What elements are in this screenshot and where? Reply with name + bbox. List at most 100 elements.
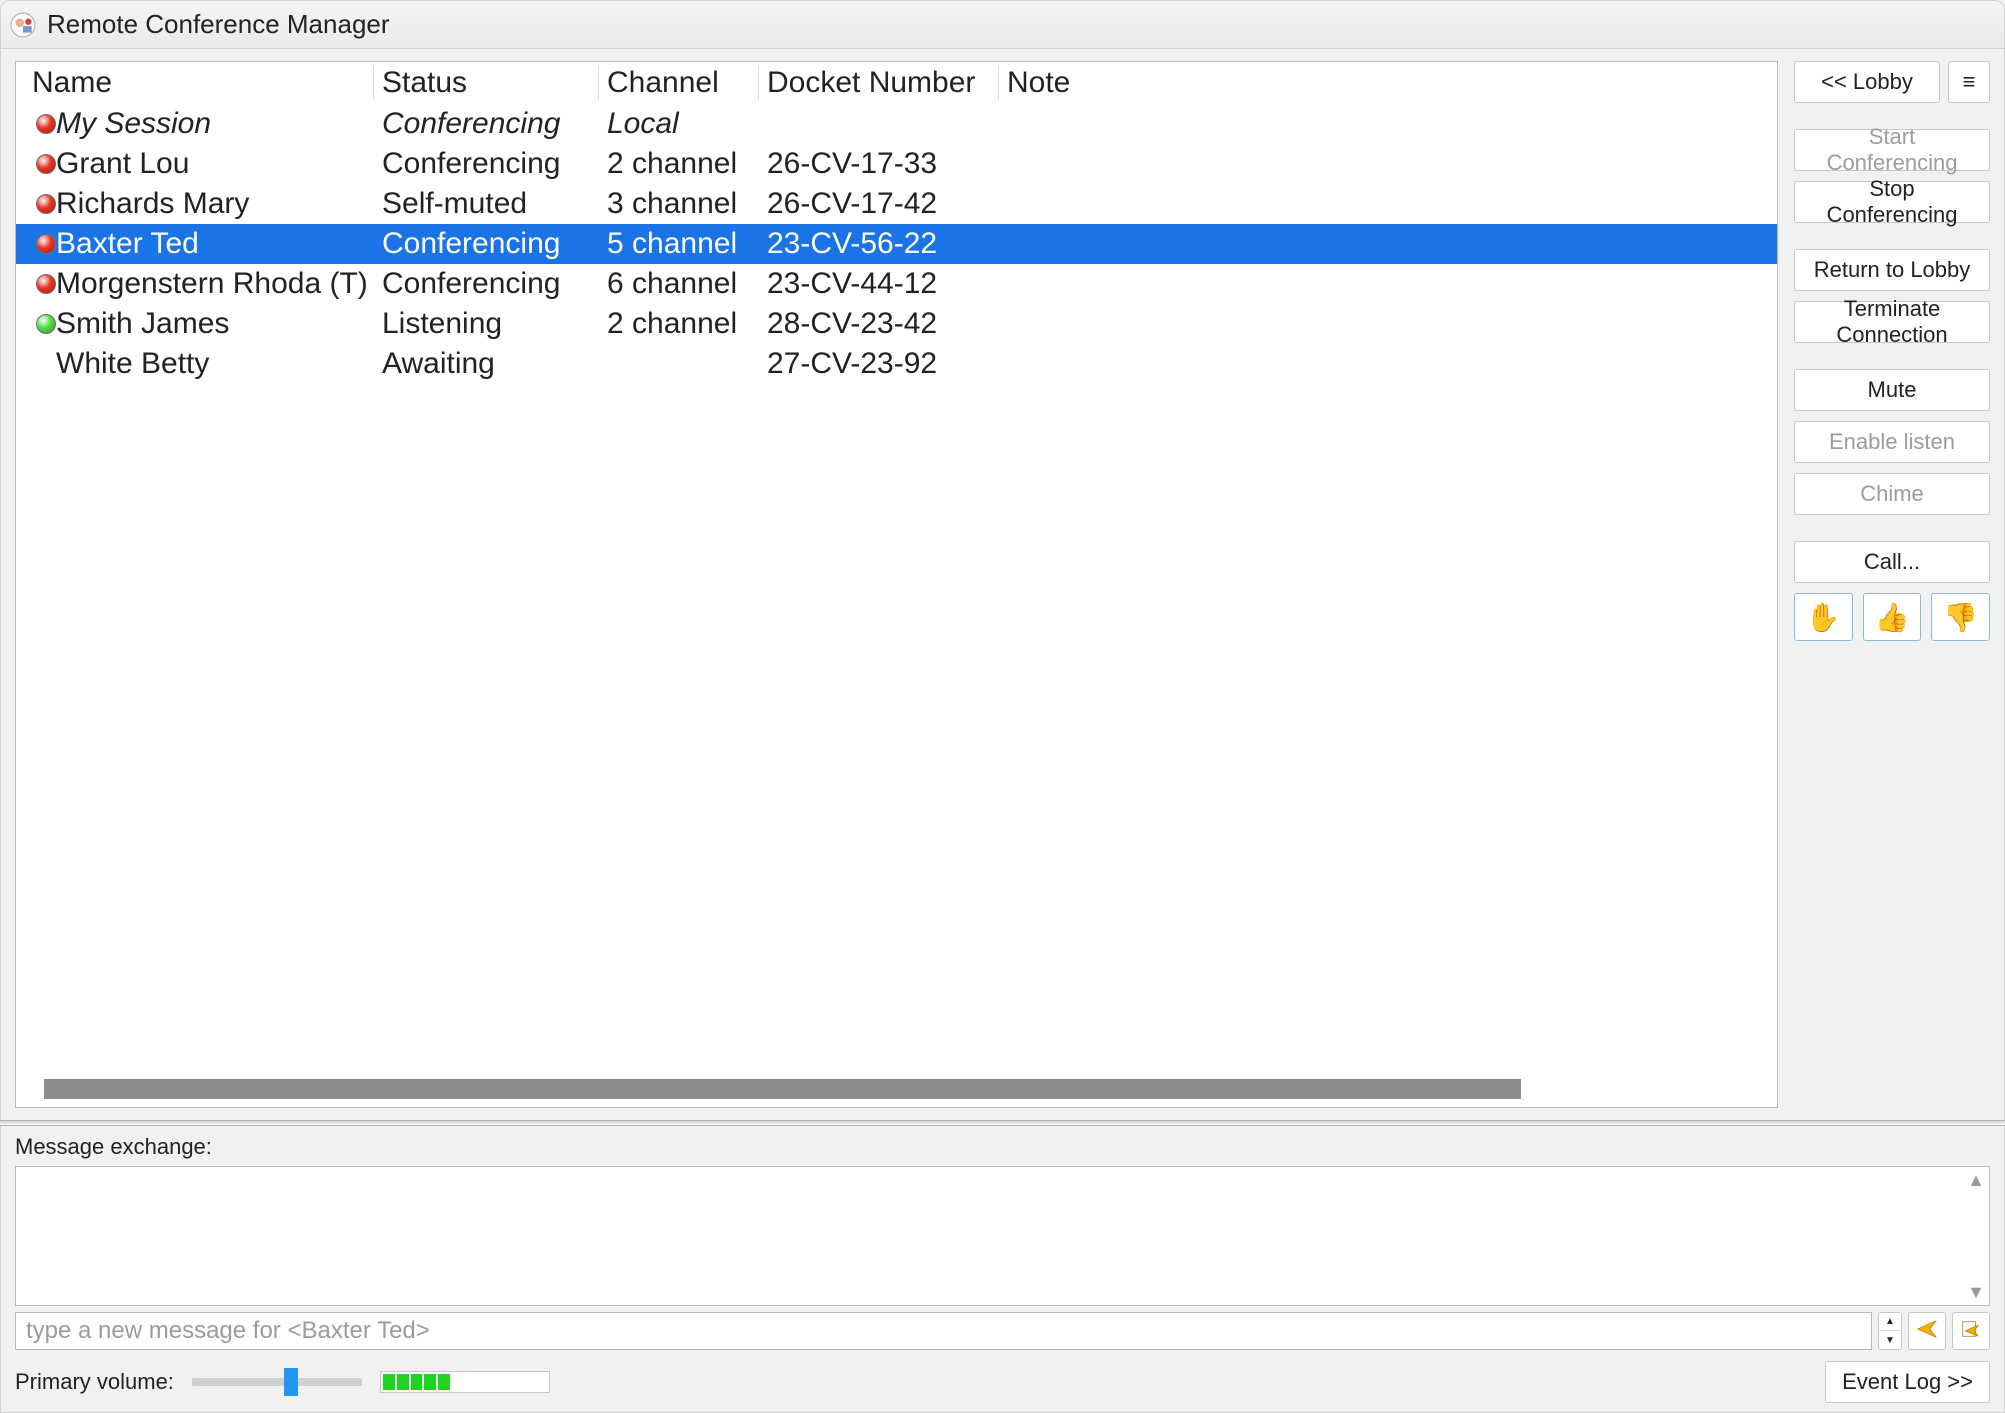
- status-dot-icon: [36, 194, 56, 214]
- mute-button[interactable]: Mute: [1794, 369, 1990, 411]
- participant-name: My Session: [56, 107, 211, 141]
- meter-segment: [411, 1374, 423, 1390]
- slider-knob[interactable]: [284, 1368, 298, 1396]
- bottom-pane: Message exchange: ▲ ▼ ▲ ▼ Primary volume…: [0, 1126, 2005, 1413]
- participant-channel: 2 channel: [599, 307, 759, 341]
- participant-status: Self-muted: [374, 187, 599, 221]
- participant-name: Baxter Ted: [56, 227, 199, 261]
- list-body: My SessionConferencingLocalGrant LouConf…: [16, 104, 1777, 1079]
- meter-segment: [466, 1374, 478, 1390]
- participant-row[interactable]: Richards Mary Self-muted3 channel26-CV-17…: [16, 184, 1777, 224]
- raise-hand-button[interactable]: ✋: [1794, 593, 1853, 641]
- meter-segment: [507, 1374, 519, 1390]
- app-icon: [9, 11, 37, 39]
- meter-segment: [494, 1374, 506, 1390]
- participant-name: Richards Mary: [56, 187, 249, 221]
- send-all-button[interactable]: [1952, 1312, 1990, 1350]
- meter-segment: [383, 1374, 395, 1390]
- col-header-name[interactable]: Name: [24, 66, 374, 100]
- participant-status: Awaiting: [374, 347, 599, 381]
- col-header-status[interactable]: Status: [374, 66, 599, 100]
- participant-channel: 6 channel: [599, 267, 759, 301]
- raise-hand-icon: ✋: [1806, 601, 1841, 634]
- meter-segment: [521, 1374, 533, 1390]
- lobby-button[interactable]: << Lobby: [1794, 61, 1940, 103]
- message-exchange-box[interactable]: ▲ ▼: [15, 1166, 1990, 1306]
- send-button[interactable]: [1908, 1312, 1946, 1350]
- participant-list[interactable]: Name Status Channel Docket Number Note M…: [15, 61, 1778, 1108]
- participant-docket: 23-CV-56-22: [759, 227, 999, 261]
- status-dot-icon: [36, 114, 56, 134]
- col-header-note[interactable]: Note: [999, 66, 1777, 100]
- horizontal-scrollbar[interactable]: [44, 1079, 1761, 1099]
- participant-status: Conferencing: [374, 147, 599, 181]
- meter-segment: [535, 1374, 547, 1390]
- participant-row[interactable]: Grant Lou Conferencing2 channel26-CV-17-3…: [16, 144, 1777, 184]
- send-icon: [1916, 1318, 1938, 1345]
- message-exchange-label: Message exchange:: [15, 1134, 1990, 1160]
- window-title: Remote Conference Manager: [47, 9, 390, 40]
- participant-docket: 28-CV-23-42: [759, 307, 999, 341]
- col-header-docket[interactable]: Docket Number: [759, 66, 999, 100]
- meter-segment: [480, 1374, 492, 1390]
- spinner-up-icon[interactable]: ▲: [1879, 1313, 1901, 1331]
- thumbs-down-button[interactable]: 👎: [1931, 593, 1990, 641]
- participant-row[interactable]: Baxter Ted Conferencing5 channel23-CV-56-…: [16, 224, 1777, 264]
- scroll-up-icon[interactable]: ▲: [1965, 1169, 1987, 1191]
- primary-volume-label: Primary volume:: [15, 1369, 174, 1395]
- participant-name: Grant Lou: [56, 147, 189, 181]
- participant-docket: 27-CV-23-92: [759, 347, 999, 381]
- participant-channel: 2 channel: [599, 147, 759, 181]
- status-dot-icon: [36, 314, 56, 334]
- meter-segment: [397, 1374, 409, 1390]
- terminate-connection-button[interactable]: Terminate Connection: [1794, 301, 1990, 343]
- compose-spinner[interactable]: ▲ ▼: [1878, 1312, 1902, 1350]
- participant-status: Listening: [374, 307, 599, 341]
- participant-docket: 26-CV-17-33: [759, 147, 999, 181]
- participant-status: Conferencing: [374, 267, 599, 301]
- title-bar: Remote Conference Manager: [0, 0, 2005, 48]
- participant-row[interactable]: White Betty Awaiting 27-CV-23-92: [16, 344, 1777, 384]
- side-panel: << Lobby ≡ Start Conferencing Stop Confe…: [1794, 61, 1990, 1108]
- meter-segment: [438, 1374, 450, 1390]
- participant-row[interactable]: Morgenstern Rhoda (T)Conferencing6 chann…: [16, 264, 1777, 304]
- return-to-lobby-button[interactable]: Return to Lobby: [1794, 249, 1990, 291]
- menu-icon: ≡: [1963, 69, 1976, 95]
- main-pane: Name Status Channel Docket Number Note M…: [0, 48, 2005, 1120]
- menu-button[interactable]: ≡: [1948, 61, 1990, 103]
- compose-input[interactable]: [15, 1312, 1872, 1350]
- participant-row[interactable]: My Session ConferencingLocal: [16, 104, 1777, 144]
- participant-docket: 23-CV-44-12: [759, 267, 999, 301]
- meter-segment: [452, 1374, 464, 1390]
- primary-volume-slider[interactable]: [192, 1378, 362, 1386]
- spinner-down-icon[interactable]: ▼: [1879, 1331, 1901, 1349]
- meter-segment: [424, 1374, 436, 1390]
- participant-name: White Betty: [56, 347, 209, 381]
- call-button[interactable]: Call...: [1794, 541, 1990, 583]
- stop-conferencing-button[interactable]: Stop Conferencing: [1794, 181, 1990, 223]
- status-dot-icon: [36, 154, 56, 174]
- participant-docket: 26-CV-17-42: [759, 187, 999, 221]
- scroll-down-icon[interactable]: ▼: [1965, 1281, 1987, 1303]
- participant-name: Smith James: [56, 307, 229, 341]
- participant-channel: 3 channel: [599, 187, 759, 221]
- send-all-icon: [1960, 1318, 1982, 1345]
- participant-status: Conferencing: [374, 227, 599, 261]
- event-log-button[interactable]: Event Log >>: [1825, 1361, 1990, 1403]
- scrollbar-thumb[interactable]: [44, 1079, 1521, 1099]
- list-header: Name Status Channel Docket Number Note: [16, 62, 1777, 104]
- participant-status: Conferencing: [374, 107, 599, 141]
- status-dot-icon: [36, 234, 56, 254]
- start-conferencing-button[interactable]: Start Conferencing: [1794, 129, 1990, 171]
- chime-button[interactable]: Chime: [1794, 473, 1990, 515]
- volume-meter: [380, 1371, 550, 1393]
- col-header-channel[interactable]: Channel: [599, 66, 759, 100]
- participant-channel: 5 channel: [599, 227, 759, 261]
- participant-row[interactable]: Smith James Listening2 channel28-CV-23-42: [16, 304, 1777, 344]
- thumbs-up-icon: 👍: [1875, 601, 1910, 634]
- participant-channel: Local: [599, 107, 759, 141]
- enable-listen-button[interactable]: Enable listen: [1794, 421, 1990, 463]
- participant-name: Morgenstern Rhoda (T): [56, 267, 368, 301]
- thumbs-down-icon: 👎: [1943, 601, 1978, 634]
- thumbs-up-button[interactable]: 👍: [1863, 593, 1922, 641]
